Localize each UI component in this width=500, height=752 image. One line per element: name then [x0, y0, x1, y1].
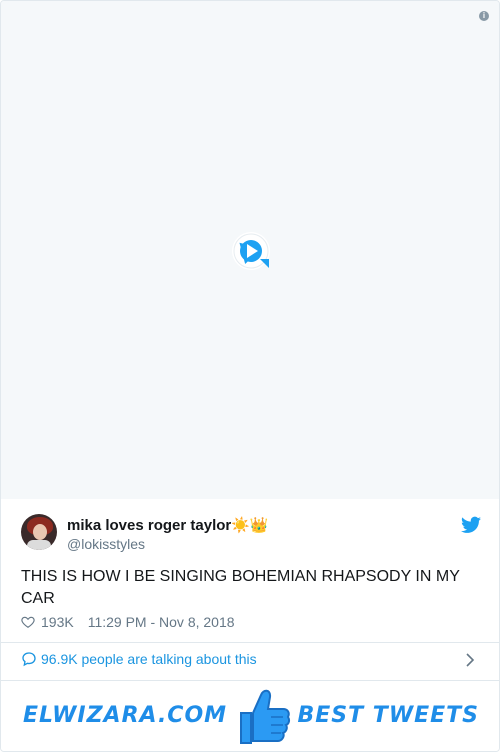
embedded-tweet-card: i mika loves roger taylor☀️👑 @lokisstyle…: [0, 0, 500, 752]
heart-icon[interactable]: [21, 615, 35, 629]
tweet-header: mika loves roger taylor☀️👑 @lokisstyles: [21, 514, 481, 554]
display-name[interactable]: mika loves roger taylor☀️👑: [67, 516, 269, 534]
info-icon[interactable]: i: [479, 11, 489, 21]
tweet-text: THIS IS HOW I BE SINGING BOHEMIAN RHAPSO…: [21, 568, 460, 607]
promo-banner[interactable]: ELWIZARA.COM BEST TWEETS: [1, 681, 499, 751]
video-media[interactable]: i: [1, 1, 499, 499]
timestamp[interactable]: 11:29 PM - Nov 8, 2018: [88, 614, 235, 630]
speech-bubble-icon: [22, 652, 36, 667]
user-handle[interactable]: @lokisstyles: [67, 536, 145, 552]
chevron-right-icon[interactable]: [465, 653, 475, 667]
like-count[interactable]: 193K: [41, 614, 74, 630]
conversation-count-text: 96.9K people are talking about this: [41, 651, 257, 667]
site-brand[interactable]: ELWIZARA.COM: [23, 703, 227, 728]
conversation-link[interactable]: 96.9K people are talking about this: [21, 651, 257, 667]
twitter-bird-icon[interactable]: [461, 516, 481, 534]
avatar[interactable]: [21, 514, 57, 550]
name-emojis: ☀️👑: [231, 517, 269, 534]
tweet-meta: 193K 11:29 PM - Nov 8, 2018: [21, 614, 235, 630]
thumbs-up-icon: [240, 689, 291, 744]
play-icon[interactable]: [231, 231, 271, 271]
divider: [1, 642, 499, 643]
display-name-text: mika loves roger taylor: [67, 517, 232, 534]
best-tweets-label[interactable]: BEST TWEETS: [298, 703, 480, 728]
